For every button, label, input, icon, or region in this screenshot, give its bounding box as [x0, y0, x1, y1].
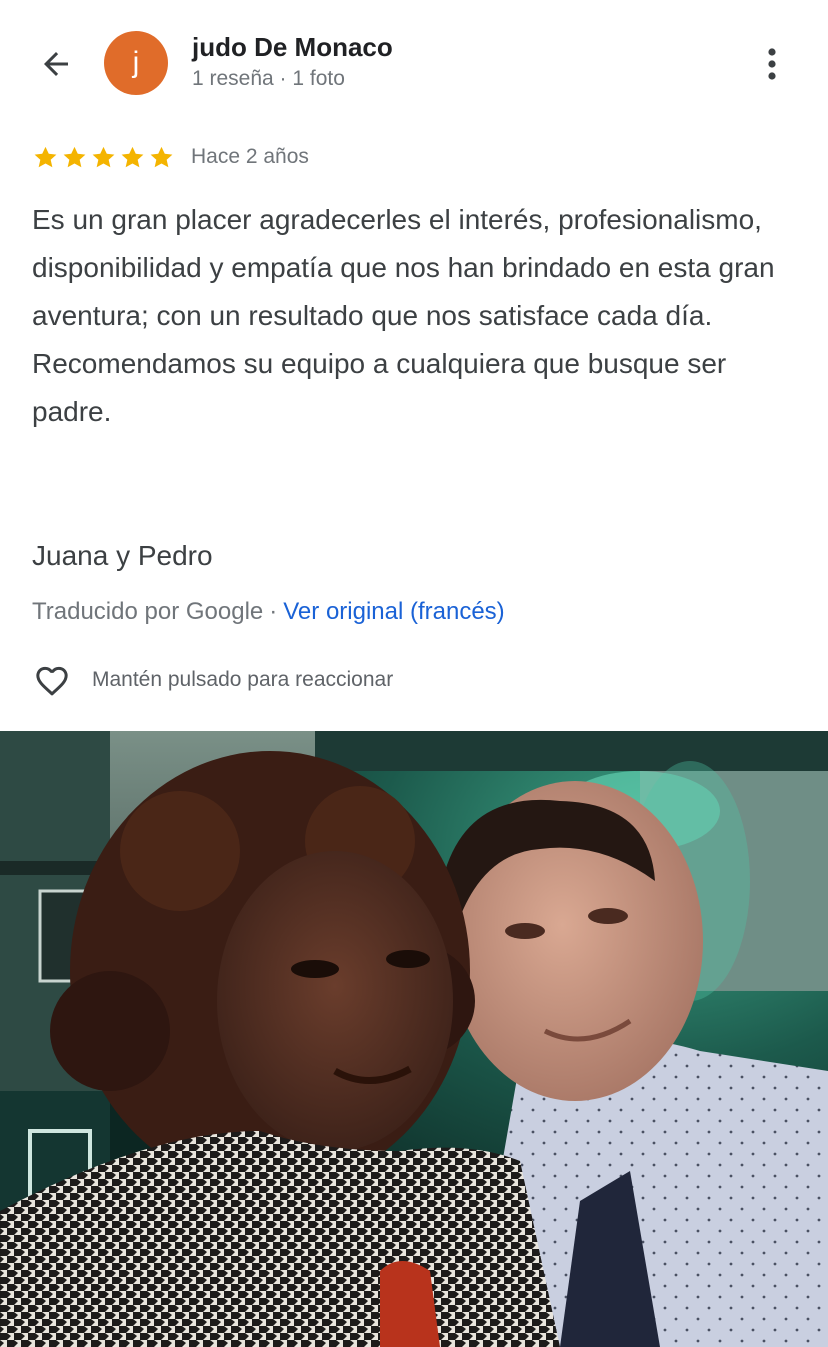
- photo-illustration: [0, 731, 828, 1347]
- review-time: Hace 2 años: [191, 145, 309, 168]
- reviewer-meta: 1 reseña · 1 foto: [192, 67, 345, 90]
- see-original-link[interactable]: Ver original (francés): [283, 598, 504, 625]
- rating-row: Hace 2 años: [32, 142, 309, 172]
- star-icon: [63, 146, 86, 167]
- avatar-letter: j: [132, 46, 140, 79]
- review-header: j judo De Monaco 1 reseña · 1 foto: [0, 0, 828, 125]
- star-icon: [150, 146, 173, 167]
- translated-by-label: Traducido por Google: [32, 598, 264, 625]
- reviewer-name[interactable]: judo De Monaco: [192, 32, 393, 63]
- star-icon: [121, 146, 144, 167]
- review-photo[interactable]: [0, 731, 828, 1347]
- review-signature: Juana y Pedro: [32, 540, 213, 571]
- star-icon: [92, 146, 115, 167]
- more-vertical-icon: [768, 48, 776, 80]
- star-icon: [34, 146, 57, 167]
- translation-line: Traducido por Google · Ver original (franc…: [32, 598, 505, 626]
- star-rating: [32, 144, 175, 171]
- react-label: Mantén pulsado para reaccionar: [92, 668, 394, 691]
- more-options-button[interactable]: [748, 38, 796, 90]
- separator-dot: ·: [269, 598, 278, 625]
- review-detail-page: j judo De Monaco 1 reseña · 1 foto Hace …: [0, 0, 828, 1347]
- arrow-left-icon: [44, 52, 68, 76]
- back-button[interactable]: [30, 38, 82, 90]
- heart-outline-icon: [36, 666, 68, 696]
- react-button[interactable]: Mantén pulsado para reaccionar: [32, 660, 393, 700]
- reviewer-avatar[interactable]: j: [104, 31, 168, 95]
- review-text: Es un gran placer agradecerles el interé…: [32, 204, 775, 427]
